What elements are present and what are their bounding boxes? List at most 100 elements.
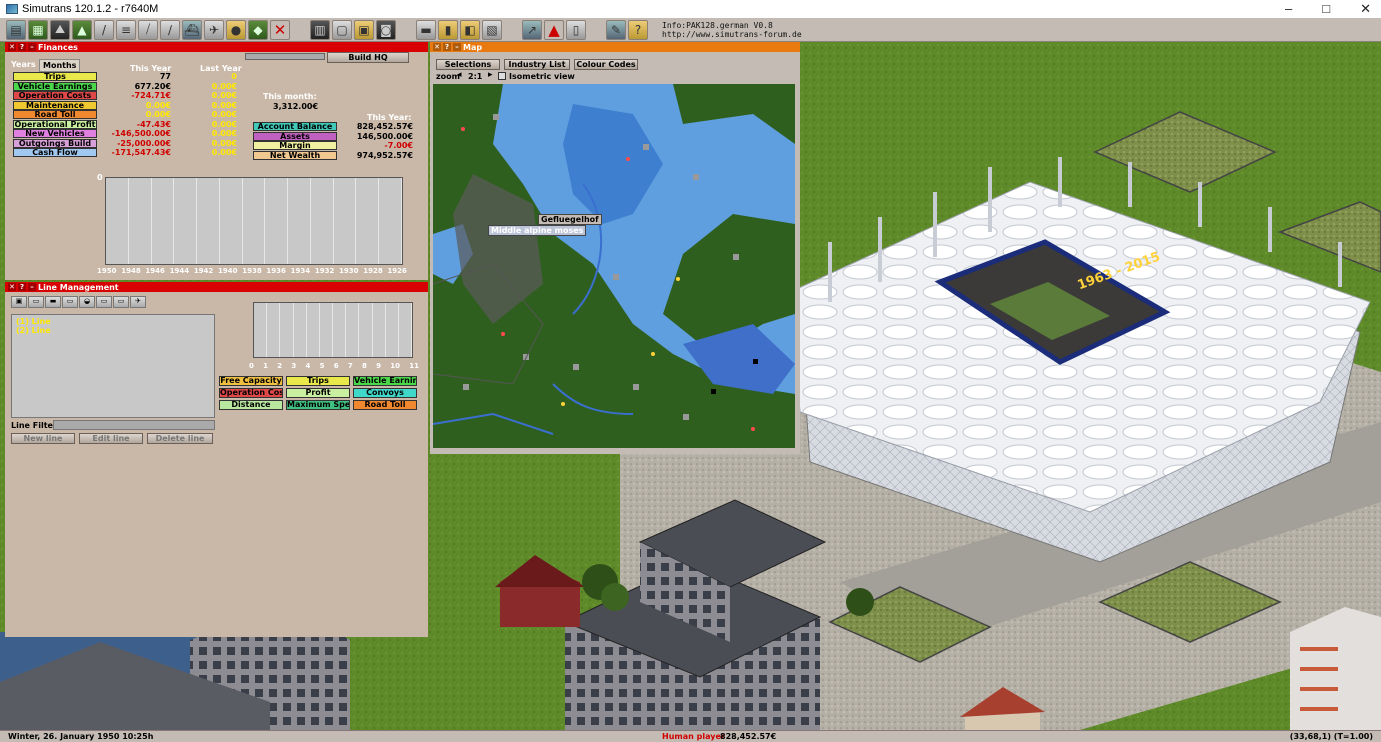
horizontal-scrollbar[interactable]: [245, 53, 325, 60]
road-icon[interactable]: /: [94, 19, 114, 40]
rail-icon[interactable]: ≡: [116, 19, 136, 40]
remove-icon[interactable]: ✕: [270, 19, 290, 40]
ship-icon[interactable]: ⛴: [182, 19, 202, 40]
tram-icon[interactable]: ▭: [62, 296, 78, 308]
finance-row-label[interactable]: Vehicle Earnings: [13, 81, 97, 91]
help-icon[interactable]: ?: [443, 43, 451, 51]
chart-icon[interactable]: ↗: [522, 19, 542, 40]
legend-button[interactable]: Profit: [286, 388, 350, 398]
line-item[interactable]: (2) Line: [16, 326, 210, 335]
close-icon[interactable]: ✕: [1360, 1, 1371, 17]
about-icon[interactable]: ?: [628, 19, 648, 40]
finance-row-label[interactable]: Maintenance: [13, 100, 97, 110]
special-icon[interactable]: ●: [226, 19, 246, 40]
chart-y-zero: 0: [97, 173, 103, 182]
minimize-icon[interactable]: –: [28, 283, 36, 291]
monorail-icon[interactable]: ∕: [160, 19, 180, 40]
tab-years[interactable]: Years: [11, 60, 36, 69]
message-icon[interactable]: ▬: [416, 19, 436, 40]
vehicle-type-tabs: ▣ ▭ ▬ ▭ ◒ ▭ ▭ ✈: [11, 296, 146, 308]
colour-codes-button[interactable]: Colour Codes: [574, 59, 638, 70]
legend-button[interactable]: Maximum Speed: [286, 400, 350, 410]
depot-icon[interactable]: ▲: [544, 19, 564, 40]
legend-button[interactable]: Convoys: [353, 388, 417, 398]
help-icon[interactable]: ▣: [354, 19, 374, 40]
legend-button[interactable]: Distance: [219, 400, 283, 410]
finance-row-label[interactable]: Outgoings Build: [13, 138, 97, 148]
chart-gridline: [254, 303, 268, 357]
legend-button[interactable]: Trips: [286, 376, 350, 386]
finance-row-label[interactable]: Operational Profit: [13, 119, 97, 129]
line-list[interactable]: (1) Line (2) Line: [11, 314, 215, 418]
minimize-icon[interactable]: –: [28, 43, 36, 51]
finance-title-bar[interactable]: ✕ ? – Finances: [5, 42, 428, 52]
help-icon[interactable]: ?: [18, 43, 26, 51]
options-icon[interactable]: ▯: [566, 19, 586, 40]
industry-list-button[interactable]: Industry List: [504, 59, 570, 70]
chart-month-label: 11: [409, 362, 419, 370]
delete-line-button[interactable]: Delete line: [147, 433, 213, 444]
tools-icon[interactable]: ✎: [606, 19, 626, 40]
legend-button[interactable]: Vehicle Earnin...: [353, 376, 417, 386]
line-mgmt-title-bar[interactable]: ✕ ? – Line Management: [5, 282, 428, 292]
maglev-icon[interactable]: ▭: [113, 296, 129, 308]
color-icon[interactable]: ◧: [460, 19, 480, 40]
monorail-icon[interactable]: ▭: [96, 296, 112, 308]
finance-icon[interactable]: ◙: [376, 19, 396, 40]
line-filter-input[interactable]: [53, 420, 215, 430]
window-title-bar: Simutrans 120.1.2 - r7640M – □ ✕: [0, 0, 1381, 18]
airplane-icon[interactable]: ✈: [130, 296, 146, 308]
summary-row-label[interactable]: Account Balance: [253, 122, 337, 131]
tram-icon[interactable]: ⧸: [138, 19, 158, 40]
legend-button[interactable]: Operation Cos...: [219, 388, 283, 398]
list-icon[interactable]: ▥: [310, 19, 330, 40]
minimap[interactable]: Gefluegelhof Middle alpine moses: [433, 84, 795, 448]
close-icon[interactable]: ✕: [433, 43, 441, 51]
money-icon[interactable]: ▮: [438, 19, 458, 40]
selections-button[interactable]: Selections: [436, 59, 500, 70]
isometric-checkbox[interactable]: [498, 72, 506, 80]
summary-row-label[interactable]: Margin: [253, 141, 337, 150]
map-title-bar[interactable]: ✕ ? – Map: [430, 42, 800, 52]
finance-row-label[interactable]: Operation Costs: [13, 91, 97, 100]
build-hq-button[interactable]: Build HQ: [327, 52, 409, 63]
chart-gridline: [267, 303, 281, 357]
train-icon[interactable]: ▬: [45, 296, 61, 308]
landscape-icon[interactable]: ⛰: [50, 19, 70, 40]
edit-line-button[interactable]: Edit line: [79, 433, 143, 444]
raise-land-icon[interactable]: ▲: [72, 19, 92, 40]
new-line-button[interactable]: New line: [11, 433, 75, 444]
line-item[interactable]: (1) Line: [16, 317, 210, 326]
summary-row-label[interactable]: Assets: [253, 131, 337, 141]
grid-icon[interactable]: ▢: [332, 19, 352, 40]
schedule-icon[interactable]: ▧: [482, 19, 502, 40]
finance-row-label[interactable]: Road Toll: [13, 110, 97, 119]
maximize-icon[interactable]: □: [1322, 1, 1330, 17]
chart-gridline: [399, 303, 413, 357]
tab-months[interactable]: Months: [39, 59, 81, 72]
chart-gridline: [334, 178, 357, 264]
minimize-icon[interactable]: –: [1285, 1, 1292, 17]
terrain-icon[interactable]: ◆: [248, 19, 268, 40]
truck-icon[interactable]: ▭: [28, 296, 44, 308]
all-lines-icon[interactable]: ▣: [11, 296, 27, 308]
close-icon[interactable]: ✕: [8, 43, 16, 51]
zoom-in-icon[interactable]: ▸: [488, 71, 493, 80]
finance-row-last-year: 0.00€: [211, 81, 237, 91]
map-icon[interactable]: ▦: [28, 19, 48, 40]
chart-gridline: [333, 303, 347, 357]
ship-icon[interactable]: ◒: [79, 296, 95, 308]
summary-row-label[interactable]: Net Wealth: [253, 150, 337, 160]
save-icon[interactable]: ▤: [6, 19, 26, 40]
finance-row-label[interactable]: Cash Flow: [13, 148, 97, 157]
airport-icon[interactable]: ✈: [204, 19, 224, 40]
finance-row-label[interactable]: Trips: [13, 72, 97, 81]
minimize-icon[interactable]: –: [453, 43, 461, 51]
legend-button[interactable]: Road Toll: [353, 400, 417, 410]
help-icon[interactable]: ?: [18, 283, 26, 291]
zoom-out-icon[interactable]: ◂: [457, 71, 462, 80]
close-icon[interactable]: ✕: [8, 283, 16, 291]
finance-row-label[interactable]: New Vehicles: [13, 129, 97, 138]
legend-button[interactable]: Free Capacity: [219, 376, 283, 386]
summary-row-value: 828,452.57€: [356, 122, 413, 131]
